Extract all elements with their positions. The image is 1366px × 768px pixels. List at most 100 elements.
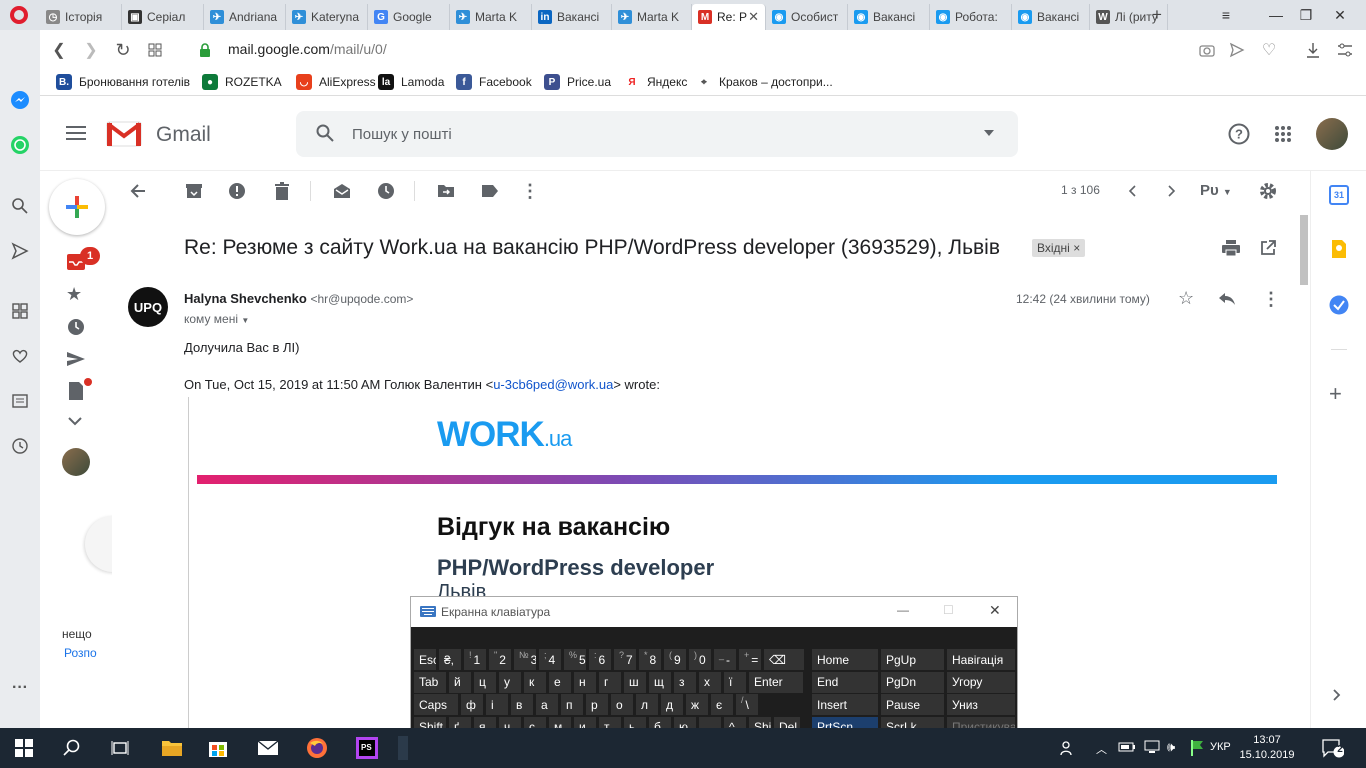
older-icon[interactable] bbox=[1162, 181, 1182, 201]
osk-key[interactable]: о bbox=[611, 694, 633, 715]
bookmark-item[interactable]: f Facebook bbox=[456, 74, 532, 90]
minimize-button[interactable]: — bbox=[1262, 4, 1290, 26]
tiles-icon[interactable] bbox=[144, 39, 166, 61]
osk-key[interactable]: ⌫ bbox=[764, 649, 804, 670]
osk-key[interactable]: № 3 bbox=[514, 649, 536, 670]
osk-key[interactable]: є bbox=[711, 694, 733, 715]
forward-icon[interactable]: ❯ bbox=[80, 39, 102, 61]
bookmark-item[interactable]: P Price.ua bbox=[544, 74, 611, 90]
search-input[interactable]: Пошук у пошті bbox=[352, 126, 452, 143]
osk-key[interactable]: % 5 bbox=[564, 649, 586, 670]
osk-key[interactable]: і bbox=[486, 694, 508, 715]
whatsapp-icon[interactable] bbox=[10, 135, 30, 155]
osk-key[interactable]: " 2 bbox=[489, 649, 511, 670]
osk-side-key[interactable]: Insert bbox=[812, 694, 878, 715]
more-chevron-icon[interactable] bbox=[68, 416, 82, 426]
calendar-icon[interactable]: 31 bbox=[1329, 185, 1349, 205]
taskbar-app-stub[interactable] bbox=[398, 736, 408, 760]
account-avatar[interactable] bbox=[1316, 118, 1348, 150]
osk-side-key[interactable]: Home bbox=[812, 649, 878, 670]
osk-key[interactable]: й bbox=[449, 671, 471, 693]
system-clock[interactable]: 13:07 15.10.2019 bbox=[1232, 733, 1302, 763]
drafts-icon[interactable] bbox=[68, 381, 84, 401]
osk-key[interactable]: ! 1 bbox=[464, 649, 486, 670]
browser-tab[interactable]: ▣ Серіал bbox=[122, 4, 204, 30]
phpstorm-icon[interactable]: PS bbox=[355, 736, 379, 760]
reload-icon[interactable]: ↻ bbox=[112, 39, 134, 61]
osk-key[interactable]: к bbox=[524, 671, 546, 693]
news-icon[interactable] bbox=[10, 391, 30, 411]
star-icon[interactable]: ☆ bbox=[1178, 288, 1194, 309]
gmail-logo-icon[interactable] bbox=[106, 121, 142, 147]
osk-key[interactable]: р bbox=[586, 694, 608, 715]
reply-icon[interactable] bbox=[1218, 292, 1236, 306]
osk-key[interactable]: (9 bbox=[664, 649, 686, 670]
osk-key[interactable]: л bbox=[636, 694, 658, 715]
new-tab-button[interactable]: + bbox=[1152, 5, 1162, 25]
osk-key[interactable]: Enter bbox=[749, 671, 803, 693]
osk-key[interactable]: н bbox=[574, 671, 596, 693]
osk-key[interactable]: Esc bbox=[414, 649, 436, 670]
browser-tab[interactable]: ✈ Andriana bbox=[204, 4, 286, 30]
osk-maximize-button[interactable]: ☐ bbox=[943, 603, 954, 617]
osk-key[interactable]: + = bbox=[739, 649, 761, 670]
input-tools-button[interactable]: Рᴜ ▼ bbox=[1200, 182, 1232, 199]
flag-icon[interactable] bbox=[1190, 740, 1204, 756]
search-icon[interactable] bbox=[316, 124, 334, 142]
osk-side-key[interactable]: Навігація bbox=[947, 649, 1015, 670]
bookmark-item[interactable]: B. Бронювання готелів bbox=[56, 74, 190, 90]
osk-key[interactable]: / \ bbox=[736, 694, 758, 715]
sender-name[interactable]: Halyna Shevchenko bbox=[184, 291, 307, 306]
send-icon[interactable] bbox=[10, 241, 30, 261]
hangouts-avatar[interactable] bbox=[62, 448, 90, 476]
tab-menu-icon[interactable]: ≡ bbox=[1212, 4, 1240, 26]
email-job-title[interactable]: PHP/WordPress developer bbox=[437, 555, 714, 581]
osk-key[interactable]: щ bbox=[649, 671, 671, 693]
newer-icon[interactable] bbox=[1122, 181, 1142, 201]
battery-icon[interactable] bbox=[1118, 740, 1136, 754]
osk-close-button[interactable]: ✕ bbox=[989, 602, 1001, 619]
osk-key[interactable]: ? 7 bbox=[614, 649, 636, 670]
search-options-icon[interactable] bbox=[984, 130, 994, 136]
browser-tab[interactable]: in Вакансі bbox=[532, 4, 612, 30]
messenger-icon[interactable] bbox=[10, 90, 30, 110]
osk-side-key[interactable]: PgUp bbox=[881, 649, 944, 670]
browser-tab[interactable]: ◉ Робота: bbox=[930, 4, 1012, 30]
show-hidden-icons-icon[interactable]: ︿ bbox=[1096, 741, 1107, 757]
recipients-toggle[interactable]: кому мені ▼ bbox=[184, 312, 249, 326]
main-menu-icon[interactable] bbox=[66, 125, 86, 141]
osk-key[interactable]: Tab bbox=[414, 671, 446, 693]
network-icon[interactable] bbox=[1143, 740, 1161, 754]
more-options-icon[interactable]: ⋮ bbox=[520, 181, 540, 201]
quote-email-link[interactable]: u-3cb6ped@work.ua bbox=[493, 377, 613, 392]
inbox-label-chip[interactable]: Вхідні × bbox=[1032, 239, 1086, 257]
bookmark-item[interactable]: ◡ AliExpress bbox=[296, 74, 376, 90]
delete-icon[interactable] bbox=[272, 181, 292, 201]
settings-gear-icon[interactable] bbox=[1258, 181, 1278, 201]
recipients-caret-icon[interactable]: ▼ bbox=[241, 316, 249, 325]
osk-key[interactable]: ; 4 bbox=[539, 649, 561, 670]
osk-key[interactable]: з bbox=[674, 671, 696, 693]
osk-key[interactable]: у bbox=[499, 671, 521, 693]
osk-key[interactable]: * 8 bbox=[639, 649, 661, 670]
remove-label-icon[interactable]: × bbox=[1073, 241, 1080, 255]
download-icon[interactable] bbox=[1302, 39, 1324, 61]
sender-avatar[interactable]: UPQ bbox=[128, 287, 168, 327]
get-addons-icon[interactable]: + bbox=[1329, 381, 1342, 407]
osk-key[interactable]: х bbox=[699, 671, 721, 693]
osk-side-key[interactable]: PgDn bbox=[881, 671, 944, 693]
volume-icon[interactable]: 🕪 bbox=[1167, 739, 1175, 755]
keep-icon[interactable] bbox=[1331, 239, 1347, 259]
bookmark-heart-icon[interactable]: ♡ bbox=[1258, 39, 1280, 61]
workua-logo[interactable]: WORK.ua bbox=[437, 415, 572, 455]
speed-dial-icon[interactable] bbox=[10, 301, 30, 321]
bookmark-item[interactable]: ● ROZETKA bbox=[202, 74, 282, 90]
browser-tab[interactable]: ◉ Вакансі bbox=[1012, 4, 1090, 30]
osk-key[interactable]: ї bbox=[724, 671, 746, 693]
search-icon[interactable] bbox=[10, 196, 30, 216]
osk-key[interactable]: а bbox=[536, 694, 558, 715]
osk-key[interactable]: п bbox=[561, 694, 583, 715]
apps-grid-icon[interactable] bbox=[1274, 125, 1292, 143]
browser-tab[interactable]: ✈ Marta K bbox=[612, 4, 692, 30]
task-view-icon[interactable] bbox=[108, 736, 132, 760]
